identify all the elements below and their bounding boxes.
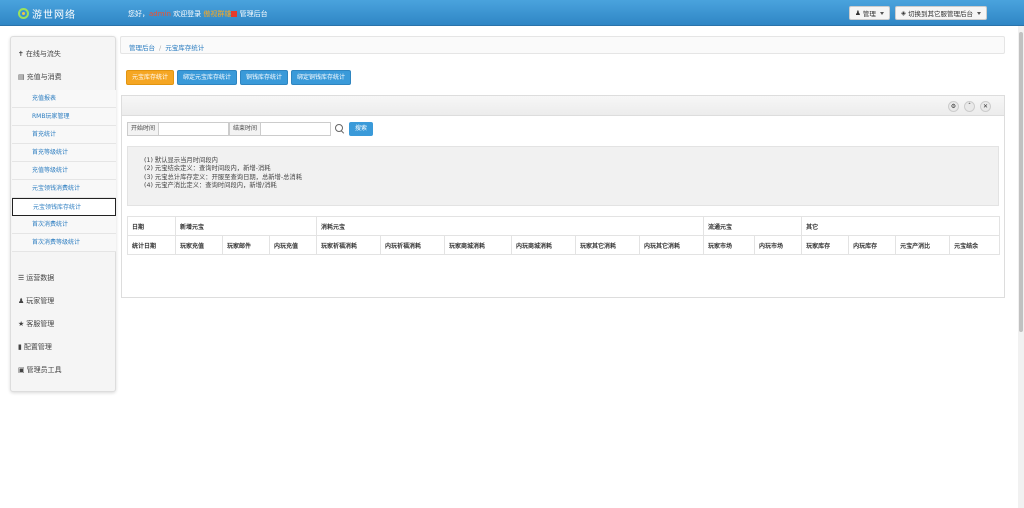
column-header: 玩家商城消耗	[444, 235, 512, 255]
column-header: 内玩商城消耗	[511, 235, 576, 255]
column-header: 元宝产消比	[895, 235, 951, 255]
column-header: 玩家充值	[175, 235, 223, 255]
end-time-input[interactable]	[261, 122, 332, 136]
end-time-label: 结束时间	[229, 122, 262, 136]
sidebar-item-first-recharge-level[interactable]: 首充等级统计	[12, 144, 116, 162]
column-header: 玩家库存	[801, 235, 850, 255]
sidebar-item-recharge-level[interactable]: 充值等级统计	[12, 162, 116, 180]
stat-tabs: 元宝库存统计 绑定元宝库存统计 铜钱库存统计 绑定铜钱库存统计	[126, 70, 352, 85]
user-icon: ♟	[18, 297, 25, 305]
table-column-header: 统计日期 玩家充值 玩家邮件 内玩充值 玩家祈福消耗 内玩祈福消耗 玩家商城消耗…	[127, 235, 1001, 255]
gear-icon[interactable]: ⚙	[948, 101, 959, 112]
close-icon[interactable]: ✕	[980, 101, 991, 112]
group-header-circulate: 流通元宝	[703, 216, 803, 236]
sidebar-item-ingot-consume[interactable]: 元宝领钱消费统计	[12, 180, 116, 198]
tab-bound-copper-stock[interactable]: 绑定铜钱库存统计	[291, 70, 352, 85]
panel-header: ⚙ ˆ ✕	[122, 96, 1004, 116]
sidebar-item-first-consume-level[interactable]: 首次消费等级统计	[12, 234, 116, 252]
column-header: 内玩市场	[754, 235, 803, 255]
sidebar-submenu: 充值报表 RMB玩家管理 首充统计 首充等级统计 充值等级统计 元宝领钱消费统计…	[12, 90, 116, 252]
breadcrumb: 管理后台 / 元宝库存统计	[120, 36, 1005, 54]
server-name: 傲视群雄	[203, 10, 232, 18]
welcome-text: 您好，admin 欢迎登录 傲视群雄 管理后台	[128, 10, 268, 18]
column-header: 玩家其它消耗	[575, 235, 640, 255]
sidebar-item-ingot-stock[interactable]: 元宝领钱库存统计	[12, 198, 116, 216]
search-button[interactable]: 搜索	[349, 122, 374, 136]
note-line: (4) 元宝产消比定义：查询时间段内，新增/消耗	[144, 181, 277, 189]
drop-icon: ◈	[901, 9, 906, 17]
user-icon: ♟	[855, 9, 861, 17]
stats-table: 日期 新增元宝 消耗元宝 流通元宝 其它 统计日期 玩家充值 玩家邮件 内玩充值…	[127, 216, 1001, 255]
page-scrollbar[interactable]	[1018, 26, 1024, 508]
welcome-user: admin	[149, 10, 171, 18]
admin-menu-button[interactable]: ♟ 管理	[849, 6, 890, 20]
start-time-label: 开始时间	[127, 122, 160, 136]
sidebar-group-online[interactable]: ✝ 在线与流失	[18, 49, 61, 59]
sidebar-group-config[interactable]: ▮ 配置管理	[18, 342, 52, 352]
logo-icon	[18, 8, 29, 19]
brand: 游世网络	[18, 6, 76, 21]
column-header: 玩家市场	[703, 235, 756, 255]
sidebar-item-recharge-report[interactable]: 充值报表	[12, 90, 116, 108]
column-header: 统计日期	[127, 235, 176, 255]
start-time-input[interactable]	[159, 122, 230, 136]
sidebar-group-service[interactable]: ★ 客服管理	[18, 319, 54, 329]
sidebar-group-admin-tools[interactable]: ▣ 管理员工具	[18, 365, 62, 375]
breadcrumb-current: 元宝库存统计	[165, 44, 205, 52]
group-header-other: 其它	[801, 216, 1001, 236]
pin-icon: ✝	[18, 50, 24, 58]
list-icon: ☰	[18, 274, 25, 282]
group-header-date: 日期	[127, 216, 176, 236]
sidebar-group-recharge[interactable]: ▤ 充值与消费	[18, 72, 62, 82]
tab-copper-stock[interactable]: 铜钱库存统计	[240, 70, 289, 85]
sidebar-item-first-recharge[interactable]: 首充统计	[12, 126, 116, 144]
column-header: 内玩库存	[848, 235, 897, 255]
chevron-up-icon[interactable]: ˆ	[964, 101, 975, 112]
switch-server-button[interactable]: ◈ 切换到其它服管理后台	[895, 6, 987, 20]
group-header-new: 新增元宝	[175, 216, 317, 236]
tab-ingot-stock[interactable]: 元宝库存统计	[126, 70, 175, 85]
notes-box: (1) 默认显示当月时间段内 (2) 元宝结余定义：查询时间段内，新增-消耗 (…	[127, 146, 999, 206]
brand-name: 游世网络	[32, 10, 76, 21]
sidebar-group-players[interactable]: ♟ 玩家管理	[18, 296, 54, 306]
search-bar: 开始时间 结束时间 搜索	[127, 122, 374, 136]
book-icon: ▮	[18, 343, 22, 351]
column-header: 玩家邮件	[222, 235, 270, 255]
sidebar-group-operations[interactable]: ☰ 运营数据	[18, 273, 54, 283]
cart-icon: ▤	[18, 73, 25, 81]
group-header-consume: 消耗元宝	[315, 216, 705, 236]
search-icon[interactable]	[335, 124, 345, 134]
breadcrumb-root[interactable]: 管理后台	[129, 44, 155, 52]
column-header: 内玩充值	[269, 235, 317, 255]
lock-icon: ▣	[18, 366, 25, 374]
sidebar: ✝ 在线与流失 ▤ 充值与消费 充值报表 RMB玩家管理 首充统计 首充等级统计 充…	[10, 36, 116, 392]
chevron-down-icon	[977, 11, 981, 15]
note-line: (3) 元宝总计库存定义：开服至查询日期，总新增-总消耗	[144, 173, 303, 181]
note-line: (2) 元宝结余定义：查询时间段内，新增-消耗	[144, 165, 271, 173]
column-header: 元宝结余	[949, 235, 1001, 255]
column-header: 玩家祈福消耗	[316, 235, 381, 255]
table-group-header: 日期 新增元宝 消耗元宝 流通元宝 其它	[127, 216, 1001, 236]
scrollbar-thumb[interactable]	[1019, 32, 1023, 332]
column-header: 内玩祈福消耗	[380, 235, 445, 255]
sidebar-item-rmb-players[interactable]: RMB玩家管理	[12, 108, 116, 126]
tab-bound-ingot-stock[interactable]: 绑定元宝库存统计	[177, 70, 238, 85]
stats-panel: ⚙ ˆ ✕ 开始时间 结束时间 搜索 (1) 默认显示当月时间段内 (2) 元宝…	[121, 95, 1005, 298]
star-icon: ★	[18, 320, 25, 328]
top-navbar: 游世网络 您好，admin 欢迎登录 傲视群雄 管理后台 ♟ 管理 ◈ 切换到其…	[0, 0, 1024, 26]
chevron-down-icon	[879, 11, 884, 15]
sidebar-item-first-consume[interactable]: 首次消费统计	[12, 216, 116, 234]
column-header: 内玩其它消耗	[638, 235, 705, 255]
